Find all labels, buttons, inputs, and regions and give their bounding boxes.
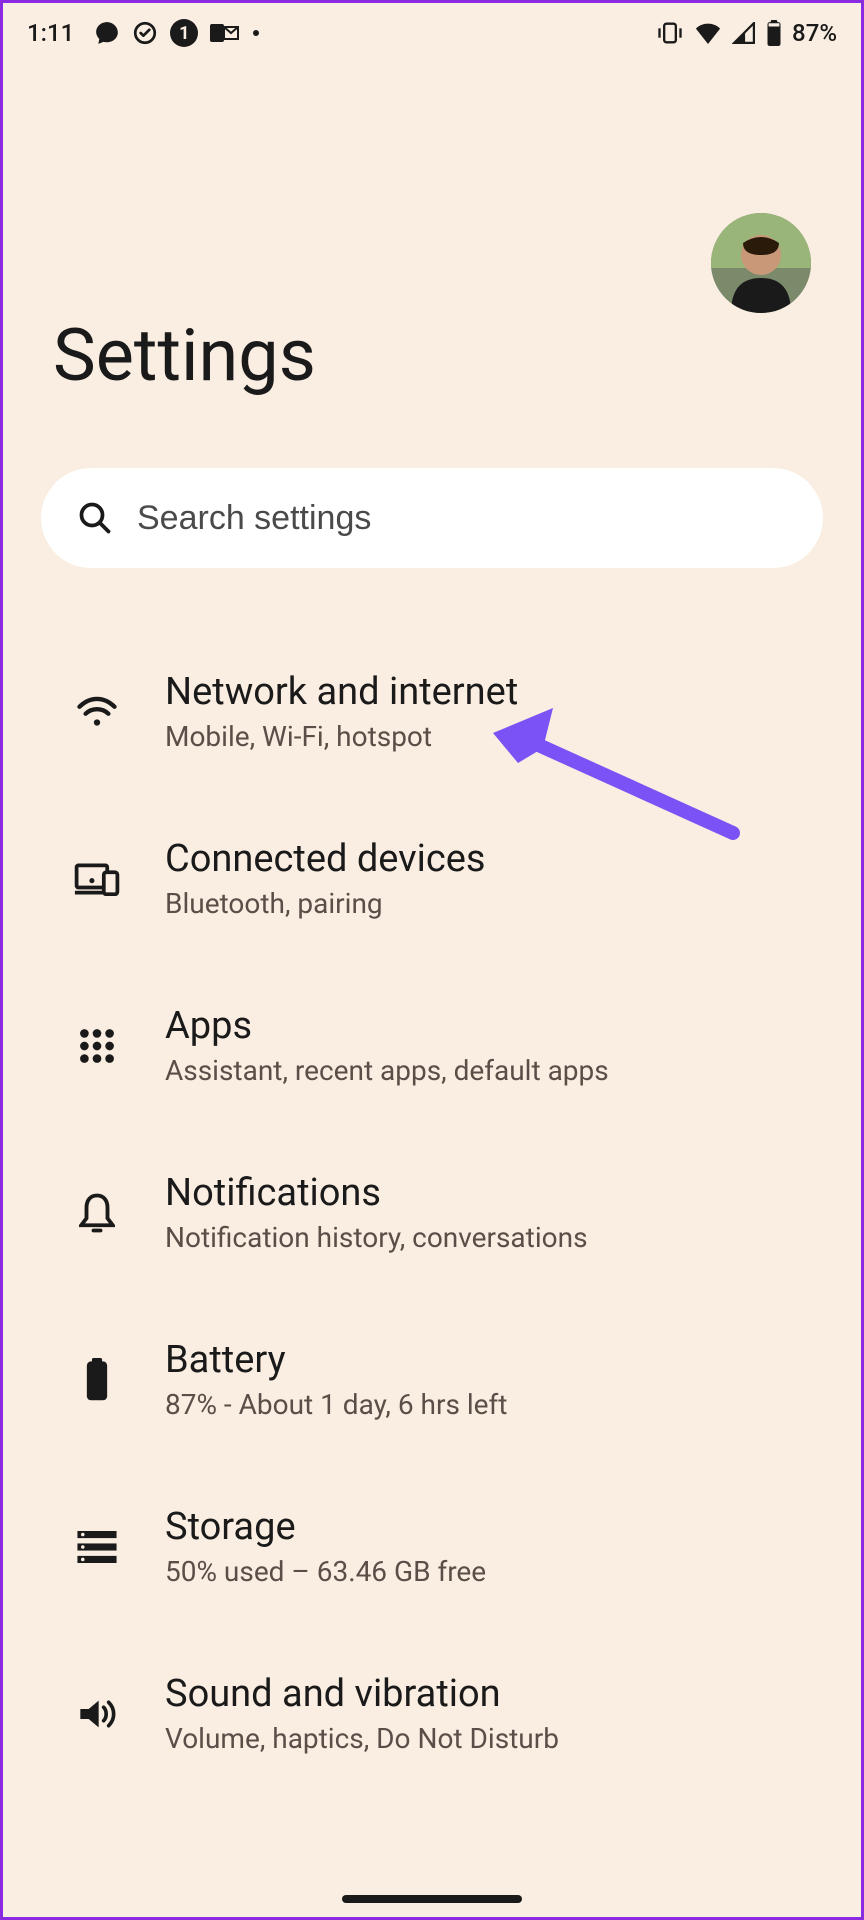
outlook-icon <box>210 21 240 45</box>
status-right: 87% <box>656 19 837 47</box>
avatar[interactable] <box>711 213 811 313</box>
chat-icon <box>94 20 120 46</box>
settings-item-storage[interactable]: Storage 50% used – 63.46 GB free <box>3 1463 861 1630</box>
cellular-icon <box>732 22 756 44</box>
battery-icon <box>73 1356 121 1404</box>
status-bar: 1:11 1 <box>3 3 861 63</box>
wifi-icon <box>694 22 722 44</box>
status-left: 1:11 1 <box>27 19 260 47</box>
item-title: Connected devices <box>165 837 811 881</box>
vibrate-icon <box>656 21 684 45</box>
notification-count-badge: 1 <box>170 19 198 47</box>
settings-item-notifications[interactable]: Notifications Notification history, conv… <box>3 1129 861 1296</box>
settings-item-battery[interactable]: Battery 87% - About 1 day, 6 hrs left <box>3 1296 861 1463</box>
item-title: Network and internet <box>165 670 811 714</box>
item-title: Apps <box>165 1004 811 1048</box>
storage-icon <box>73 1523 121 1571</box>
search-bar[interactable] <box>41 468 823 568</box>
sound-icon <box>73 1690 121 1738</box>
item-subtitle: 87% - About 1 day, 6 hrs left <box>165 1388 811 1421</box>
item-subtitle: Notification history, conversations <box>165 1221 811 1254</box>
device-frame: 1:11 1 <box>0 0 864 1920</box>
sync-icon <box>132 20 158 46</box>
battery-icon <box>766 20 782 46</box>
item-subtitle: Mobile, Wi-Fi, hotspot <box>165 720 811 753</box>
settings-list: Network and internet Mobile, Wi-Fi, hots… <box>3 618 861 1807</box>
item-title: Battery <box>165 1338 811 1382</box>
settings-item-network[interactable]: Network and internet Mobile, Wi-Fi, hots… <box>3 628 861 795</box>
search-icon <box>77 500 113 536</box>
settings-item-devices[interactable]: Connected devices Bluetooth, pairing <box>3 795 861 962</box>
item-title: Storage <box>165 1505 811 1549</box>
battery-percent: 87% <box>792 19 837 47</box>
item-subtitle: Volume, haptics, Do Not Disturb <box>165 1722 811 1755</box>
more-dot-icon <box>252 29 260 37</box>
item-subtitle: Bluetooth, pairing <box>165 887 811 920</box>
page-title: Settings <box>53 313 811 398</box>
apps-icon <box>73 1022 121 1070</box>
status-clock: 1:11 <box>27 19 74 47</box>
notifications-icon <box>73 1189 121 1237</box>
settings-item-apps[interactable]: Apps Assistant, recent apps, default app… <box>3 962 861 1129</box>
settings-item-sound[interactable]: Sound and vibration Volume, haptics, Do … <box>3 1630 861 1797</box>
search-input[interactable] <box>137 499 787 538</box>
devices-icon <box>73 855 121 903</box>
header: Settings <box>3 63 861 438</box>
item-title: Sound and vibration <box>165 1672 811 1716</box>
nav-handle[interactable] <box>342 1895 522 1903</box>
item-title: Notifications <box>165 1171 811 1215</box>
item-subtitle: 50% used – 63.46 GB free <box>165 1555 811 1588</box>
item-subtitle: Assistant, recent apps, default apps <box>165 1054 811 1087</box>
wifi-icon <box>73 688 121 736</box>
